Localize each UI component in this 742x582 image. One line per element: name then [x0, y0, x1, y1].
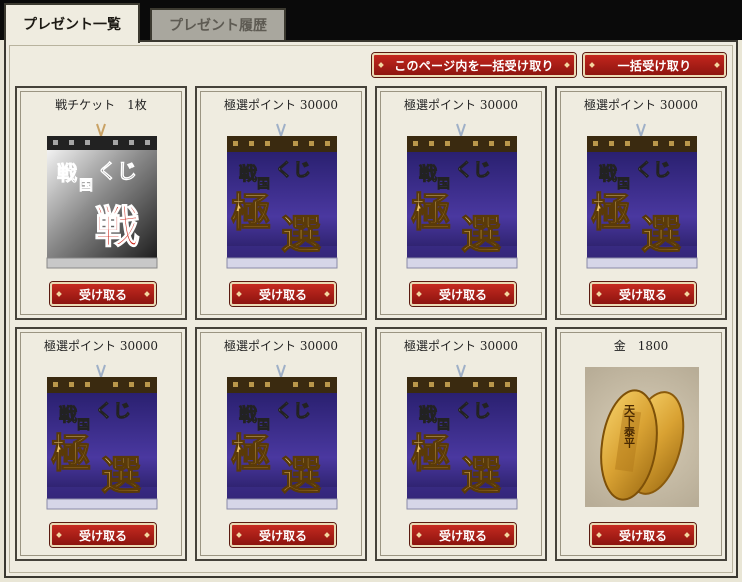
- item-thumbnail: 戦 国 くじ 極 選: [405, 363, 519, 513]
- item-label: 極選ポイント 30000: [224, 339, 338, 353]
- tab-present-list[interactable]: プレゼント一覧: [4, 3, 140, 43]
- sengoku-kuji-gokusen-ticket-icon: 戦 国 くじ 極 選: [406, 123, 518, 269]
- ticket-text-big-sen: 戦: [95, 202, 139, 253]
- item-label: 極選ポイント 30000: [44, 339, 158, 353]
- item-thumbnail: 戦 国 くじ 極 選: [405, 122, 519, 272]
- ticket-text-sen2: 選: [281, 452, 321, 499]
- ticket-text-kuji: くじ: [275, 401, 311, 422]
- ticket-text-goku: 極: [591, 189, 631, 236]
- ticket-text-kuji: くじ: [455, 160, 491, 181]
- ticket-text-goku: 極: [51, 430, 91, 477]
- sengoku-kuji-sen-ticket-icon: 戦 国 くじ 戦: [46, 123, 158, 269]
- ticket-text-goku: 極: [411, 430, 451, 477]
- ticket-text-goku: 極: [231, 189, 271, 236]
- ticket-text-kuji: くじ: [97, 159, 137, 183]
- ticket-text-sen2: 選: [641, 211, 681, 258]
- receive-button[interactable]: 受け取る: [230, 523, 336, 547]
- present-item-card: 戦チケット 1枚 戦 国 くじ 戦 受け取る: [15, 86, 187, 320]
- item-label: 戦チケット 1枚: [55, 98, 147, 112]
- item-label: 極選ポイント 30000: [404, 98, 518, 112]
- ticket-text-kuji: くじ: [635, 160, 671, 181]
- item-thumbnail: 戦 国 くじ 極 選: [45, 363, 159, 513]
- receive-all-button[interactable]: 一括受け取り: [583, 53, 726, 77]
- ticket-text-sen2: 選: [101, 452, 141, 499]
- sengoku-kuji-gokusen-ticket-icon: 戦 国 くじ 極 選: [586, 123, 698, 269]
- item-thumbnail: 天下泰平: [571, 363, 715, 513]
- receive-button[interactable]: 受け取る: [410, 282, 516, 306]
- item-thumbnail: 戦 国 くじ 極 選: [585, 122, 699, 272]
- ticket-text-goku: 極: [411, 189, 451, 236]
- receive-button[interactable]: 受け取る: [410, 523, 516, 547]
- item-label: 極選ポイント 30000: [404, 339, 518, 353]
- receive-button[interactable]: 受け取る: [590, 523, 696, 547]
- receive-button[interactable]: 受け取る: [50, 523, 156, 547]
- ticket-text-sen: 戦: [599, 163, 618, 185]
- receive-button[interactable]: 受け取る: [50, 282, 156, 306]
- ticket-text-kuji: くじ: [95, 401, 131, 422]
- receive-page-button[interactable]: このページ内を一括受け取り: [372, 53, 576, 77]
- ticket-text-sen: 戦: [239, 404, 258, 426]
- ticket-text-sen2: 選: [461, 452, 501, 499]
- item-thumbnail: 戦 国 くじ 戦: [45, 122, 159, 272]
- ticket-text-koku: 国: [79, 178, 93, 194]
- ticket-text-sen: 戦: [239, 163, 258, 185]
- receive-button[interactable]: 受け取る: [230, 282, 336, 306]
- tab-present-history[interactable]: プレゼント履歴: [150, 8, 286, 40]
- ticket-text-goku: 極: [231, 430, 271, 477]
- present-item-card: 極選ポイント 30000 戦 国 くじ 極 選 受け取る: [555, 86, 727, 320]
- item-thumbnail: 戦 国 くじ 極 選: [225, 122, 339, 272]
- coin-inscription: 天下泰平: [623, 404, 637, 449]
- present-item-card: 極選ポイント 30000 戦 国 くじ 極 選 受け取る: [15, 327, 187, 561]
- ticket-text-sen: 戦: [57, 161, 77, 185]
- sengoku-kuji-gokusen-ticket-icon: 戦 国 くじ 極 選: [46, 364, 158, 510]
- item-label: 金 1800: [613, 339, 669, 353]
- gold-koban-coins-icon: 天下泰平: [571, 367, 715, 507]
- receive-button[interactable]: 受け取る: [590, 282, 696, 306]
- ticket-text-kuji: くじ: [275, 160, 311, 181]
- sengoku-kuji-gokusen-ticket-icon: 戦 国 くじ 極 選: [226, 123, 338, 269]
- ticket-text-kuji: くじ: [455, 401, 491, 422]
- ticket-text-sen: 戦: [59, 404, 78, 426]
- ticket-text-sen: 戦: [419, 163, 438, 185]
- present-item-card: 極選ポイント 30000 戦 国 くじ 極 選 受け取る: [195, 327, 367, 561]
- present-item-card: 金 1800 天下泰平 受け取る: [555, 327, 727, 561]
- item-label: 極選ポイント 30000: [224, 98, 338, 112]
- sengoku-kuji-gokusen-ticket-icon: 戦 国 くじ 極 選: [226, 364, 338, 510]
- ticket-text-sen: 戦: [419, 404, 438, 426]
- present-item-card: 極選ポイント 30000 戦 国 くじ 極 選 受け取る: [375, 327, 547, 561]
- ticket-text-sen2: 選: [281, 211, 321, 258]
- item-label: 極選ポイント 30000: [584, 98, 698, 112]
- item-thumbnail: 戦 国 くじ 極 選: [225, 363, 339, 513]
- present-item-card: 極選ポイント 30000 戦 国 くじ 極 選 受け取る: [195, 86, 367, 320]
- ticket-text-sen2: 選: [461, 211, 501, 258]
- sengoku-kuji-gokusen-ticket-icon: 戦 国 くじ 極 選: [406, 364, 518, 510]
- present-item-card: 極選ポイント 30000 戦 国 くじ 極 選 受け取る: [375, 86, 547, 320]
